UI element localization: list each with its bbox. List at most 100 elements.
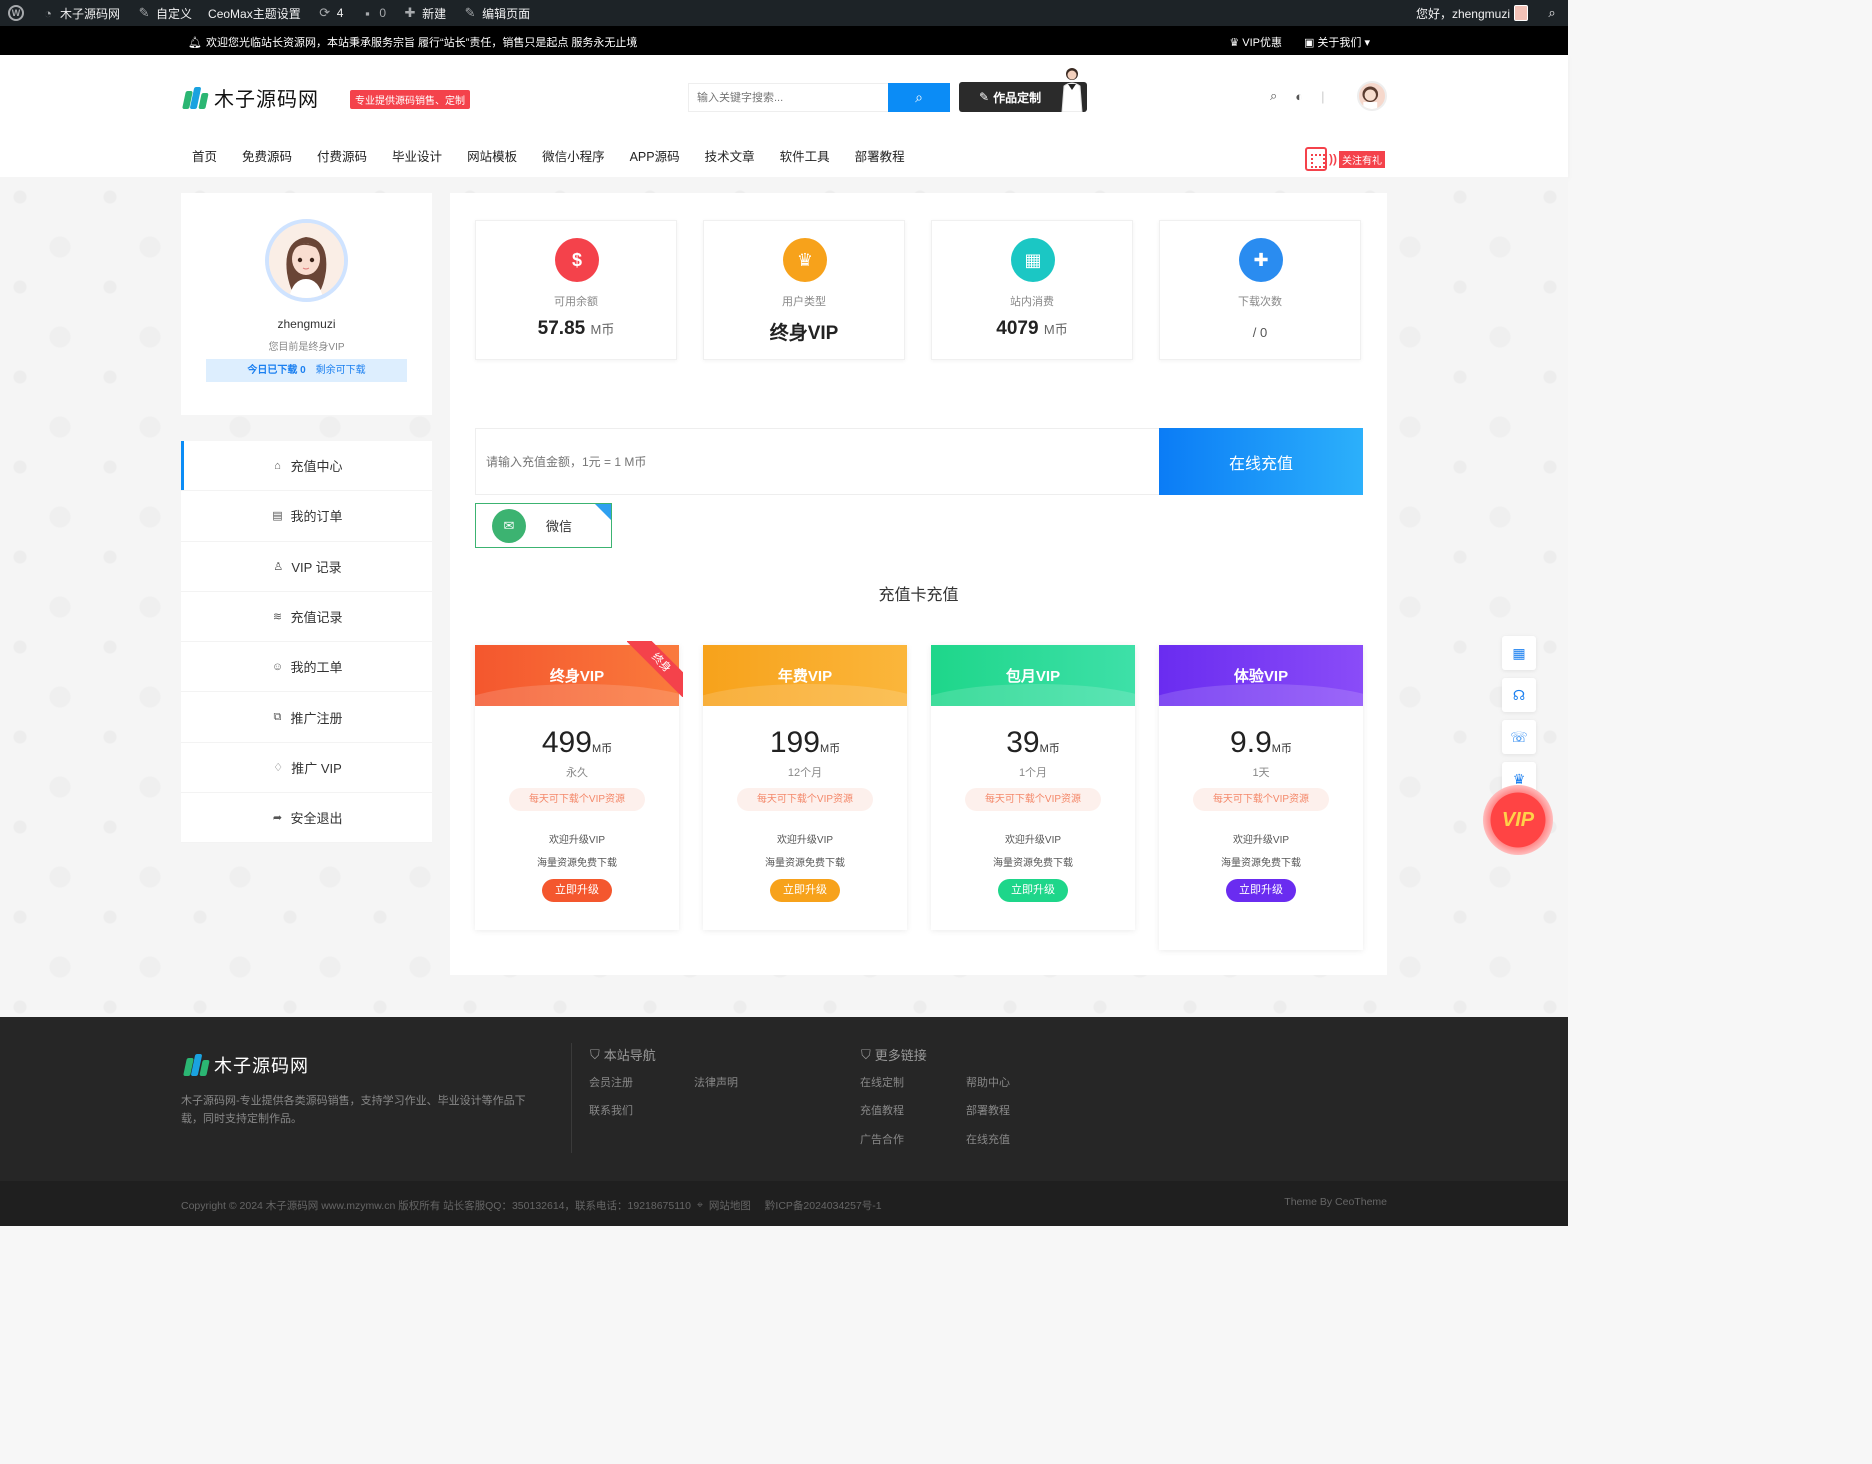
sitemap-link[interactable]: 网站地图	[709, 1198, 751, 1213]
wechat-pay-option[interactable]: ✉ 微信	[475, 503, 612, 548]
site-name-menu[interactable]: ◔ 木子源码网	[32, 0, 128, 26]
vip-desc: 海量资源免费下载	[765, 858, 845, 869]
vip-perk: 每天可下载个VIP资源	[965, 788, 1101, 811]
shield-icon: ⛉	[861, 1046, 871, 1062]
user-type-value: 终身VIP	[769, 323, 839, 344]
balance-unit: M币	[590, 322, 615, 337]
copyright-bar: Copyright © 2024 木子源码网 www.mzymw.cn 版权所有…	[0, 1181, 1568, 1226]
customize-label: 自定义	[156, 6, 193, 21]
menu-item-vip-records[interactable]: ♙ VIP 记录	[181, 542, 432, 592]
account-menu[interactable]: 您好，zhengmuzi	[1408, 0, 1536, 26]
vip-desc: 海量资源免费下载	[537, 858, 617, 869]
price-value: 199	[769, 726, 820, 759]
logo-mark-icon	[183, 1054, 211, 1076]
search-button[interactable]: ⌕	[888, 83, 950, 112]
footer-link[interactable]: 部署教程	[966, 1102, 1010, 1118]
ribbon-label: 终身	[627, 641, 683, 697]
custom-work-button[interactable]: ✎ 作品定制	[959, 68, 1087, 112]
edit-icon: ✎	[979, 90, 990, 104]
menu-item-orders[interactable]: ▤ 我的订单	[181, 491, 432, 542]
recharge-amount-input[interactable]	[475, 428, 1159, 495]
footer-logo[interactable]: 木子源码网	[183, 1052, 309, 1078]
footer-link[interactable]: 广告合作	[860, 1131, 904, 1147]
user-icon: ♙	[273, 560, 284, 573]
price-unit: M币	[1039, 743, 1060, 755]
nav-item-articles[interactable]: 技术文章	[693, 148, 767, 166]
wechat-float-icon[interactable]: ☏	[1502, 720, 1536, 754]
nav-item-graduation[interactable]: 毕业设计	[380, 148, 454, 166]
notice-text: 欢迎您光临站长资源网，本站秉承服务宗旨 履行“站长”责任，销售只是起点 服务永无…	[205, 37, 638, 49]
menu-item-referral-vip[interactable]: ♢ 推广 VIP	[181, 743, 432, 794]
menu-item-referral-signup[interactable]: ⧉ 推广注册	[181, 692, 432, 743]
footer-link[interactable]: 充值教程	[860, 1102, 904, 1118]
dark-mode-icon[interactable]: ◐	[1295, 89, 1303, 104]
vip-card-lifetime: 终身VIP 终身 499M币 永久 每天可下载个VIP资源 欢迎升级VIP 海量…	[475, 641, 683, 930]
stat-value: 终身VIP	[704, 318, 904, 345]
theme-settings-link[interactable]: CeoMax主题设置	[200, 0, 309, 26]
vip-card-title: 年费VIP	[777, 668, 833, 685]
upgrade-button[interactable]: 立即升级	[1226, 879, 1296, 902]
nav-item-mini-program[interactable]: 微信小程序	[530, 148, 617, 166]
checkin-calendar-icon[interactable]: ▦	[1502, 636, 1536, 670]
menu-item-tickets[interactable]: ☺ 我的工单	[181, 642, 432, 693]
upgrade-button[interactable]: 立即升级	[998, 879, 1068, 902]
theme-credit[interactable]: Theme By CeoTheme	[1284, 1196, 1387, 1208]
upgrade-button[interactable]: 立即升级	[542, 879, 612, 902]
nav-item-tools[interactable]: 软件工具	[768, 148, 842, 166]
user-avatar[interactable]	[1357, 81, 1387, 111]
menu-item-recharge[interactable]: ⌂ 充值中心	[181, 441, 432, 492]
downloads-value: / 0	[1252, 325, 1268, 340]
updates-count: 4	[336, 6, 344, 20]
profile-avatar	[265, 219, 348, 302]
menu-item-logout[interactable]: ➦ 安全退出	[181, 793, 432, 844]
logout-icon: ➦	[272, 812, 283, 825]
footer-link[interactable]: 会员注册	[589, 1074, 633, 1090]
nav-item-tutorials[interactable]: 部署教程	[843, 148, 917, 166]
nav-item-paid-source[interactable]: 付费源码	[305, 148, 379, 166]
menu-label: 我的订单	[290, 509, 343, 525]
notice-bar: 🔔︎ 欢迎您光临站长资源网，本站秉承服务宗旨 履行“站长”责任，销售只是起点 服务…	[0, 26, 1568, 55]
nav-item-templates[interactable]: 网站模板	[455, 148, 529, 166]
footer-link[interactable]: 帮助中心	[966, 1074, 1010, 1090]
updates-link[interactable]: ⟳ 4	[309, 0, 352, 26]
edit-page-link[interactable]: ✎ 编辑页面	[454, 0, 538, 26]
vip-badge-float[interactable]: VIP	[1483, 785, 1553, 855]
search-icon: ⌕	[1548, 5, 1556, 20]
nav-item-home[interactable]: 首页	[180, 148, 229, 166]
follow-gift-button[interactable]: )) 关注有礼	[1305, 147, 1385, 171]
icp-link[interactable]: 黔ICP备2024034257号-1	[765, 1198, 882, 1213]
recharge-panel: $ 可用余额 57.85 M币 ♛ 用户类型 终身VIP ▦ 站内消费 4079…	[450, 193, 1387, 975]
online-recharge-button[interactable]: 在线充值	[1159, 428, 1363, 495]
order-icon: ▤	[272, 510, 283, 523]
menu-item-recharge-records[interactable]: ≋ 充值记录	[181, 592, 432, 643]
stat-value: 57.85 M币	[476, 318, 676, 340]
footer-link[interactable]: 在线定制	[860, 1074, 904, 1090]
upgrade-button[interactable]: 立即升级	[770, 879, 840, 902]
admin-search-button[interactable]: ⌕	[1536, 0, 1568, 26]
search-input[interactable]	[688, 83, 888, 112]
menu-label: 充值记录	[290, 610, 343, 626]
divider: |	[1321, 88, 1325, 104]
vip-offer-link[interactable]: ♛ VIP优惠	[1229, 34, 1282, 50]
site-name-label: 木子源码网	[60, 6, 121, 21]
nav-item-free-source[interactable]: 免费源码	[230, 148, 304, 166]
menu-label: 推广注册	[290, 710, 343, 726]
site-logo[interactable]: 木子源码网	[182, 83, 319, 112]
footer-link[interactable]: 在线充值	[966, 1131, 1010, 1147]
basket-icon: ⌂	[274, 459, 281, 472]
footer-link[interactable]: 法律声明	[694, 1074, 738, 1090]
wordpress-menu[interactable]: W	[0, 0, 32, 26]
about-menu[interactable]: ▣ 关于我们 ▾	[1304, 34, 1370, 50]
comments-link[interactable]: ▪ 0	[351, 0, 394, 26]
floating-toolbar: ▦ ☊ ☏ ♛	[1502, 636, 1536, 804]
footer-link[interactable]: 联系我们	[589, 1102, 633, 1118]
header-search-icon[interactable]: ⌕	[1270, 88, 1277, 104]
vip-card-title: 体验VIP	[1233, 668, 1289, 685]
new-content-menu[interactable]: ✚ 新建	[394, 0, 454, 26]
customize-link[interactable]: ✎ 自定义	[128, 0, 200, 26]
layers-icon: ≋	[272, 611, 283, 624]
nav-item-app-source[interactable]: APP源码	[618, 148, 692, 166]
customer-service-icon[interactable]: ☊	[1502, 678, 1536, 712]
menu-label: 我的工单	[290, 660, 343, 676]
avatar-image	[1362, 86, 1379, 109]
